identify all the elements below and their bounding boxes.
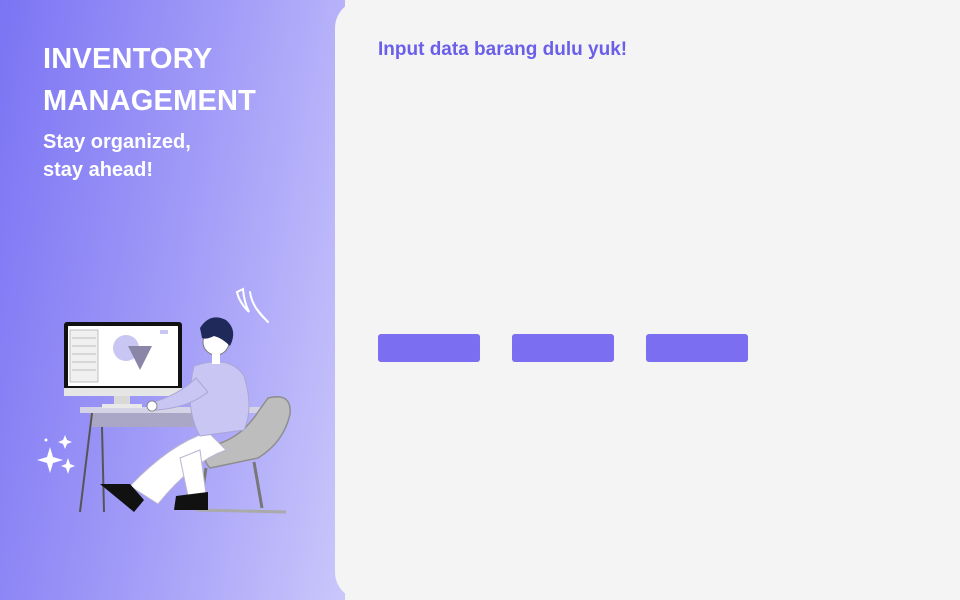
tagline-line-1: Stay organized, — [43, 131, 191, 153]
app-title: INVENTORY MANAGEMENT — [43, 43, 257, 117]
sparkle-icon — [37, 435, 75, 474]
tagline: Stay organized, stay ahead! — [43, 128, 191, 184]
monitor — [64, 322, 182, 408]
input-prompt-heading: Input data barang dulu yuk! — [378, 39, 628, 60]
sidebar-panel: INVENTORY MANAGEMENT Stay organized, sta… — [0, 0, 345, 600]
action-button-3[interactable] — [646, 334, 748, 362]
action-button-2[interactable] — [512, 334, 614, 362]
attention-lines-icon — [235, 287, 269, 323]
action-button-1[interactable] — [378, 334, 480, 362]
person-at-computer-illustration — [37, 287, 291, 514]
tagline-line-2: stay ahead! — [43, 159, 154, 181]
main-panel: Input data barang dulu yuk! — [335, 0, 960, 600]
